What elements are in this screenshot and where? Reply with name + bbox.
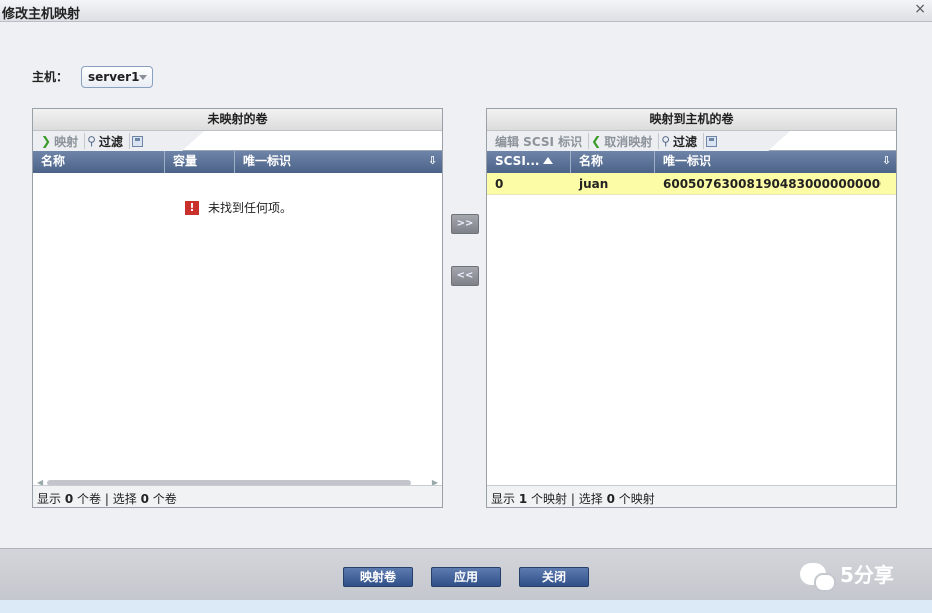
chevron-left-icon: ❮ (591, 134, 602, 148)
search-icon: ⚲ (661, 134, 671, 148)
error-icon: ! (185, 200, 199, 215)
chevron-down-icon (139, 75, 147, 80)
chevron-right-icon: ❯ (41, 134, 52, 148)
host-label: 主机： (32, 70, 69, 84)
empty-message-text: 未找到任何项。 (208, 201, 293, 215)
filter-button[interactable]: ⚲ 过滤 (85, 133, 130, 149)
bottom-strip (0, 600, 932, 613)
edit-scsi-id-button[interactable]: 编辑 SCSI 标识 (493, 133, 590, 149)
mapped-table-body: 0 juan 60050763008190483000000000000... (487, 173, 896, 483)
unmap-button-label: 取消映射 (604, 134, 653, 149)
map-button-label: 映射 (54, 134, 79, 149)
mapped-toolbar: 编辑 SCSI 标识 ❮ 取消映射 ⚲ 过滤 (487, 131, 896, 151)
map-button[interactable]: ❯ 映射 (39, 133, 86, 149)
watermark-text: 5分享 (840, 563, 894, 587)
column-header-uid[interactable]: 唯一标识 (655, 151, 855, 173)
filter-button-label: 过滤 (98, 134, 123, 149)
remove-mapping-button[interactable]: << (451, 266, 479, 286)
wechat-icon (800, 562, 836, 592)
save-icon (706, 135, 718, 147)
mapped-table-header: SCSI... 名称 唯一标识 ⇩ (487, 151, 896, 173)
column-header-uid[interactable]: 唯一标识 (235, 151, 415, 173)
row-scsi-id: 0 (495, 177, 504, 191)
mapped-status-bar: 显示 1 个映射 | 选择 0 个映射 (487, 485, 896, 507)
filter-button-label: 过滤 (673, 134, 698, 149)
export-button[interactable] (130, 133, 149, 149)
unmapped-table-body: ! 未找到任何项。 ◀ ▶ (33, 173, 442, 487)
column-menu-icon[interactable]: ⇩ (428, 154, 438, 168)
column-header-capacity[interactable]: 容量 (165, 151, 235, 173)
column-header-name[interactable]: 名称 (33, 151, 165, 173)
mapped-volumes-panel: 映射到主机的卷 编辑 SCSI 标识 ❮ 取消映射 ⚲ 过滤 SCSI... 名… (486, 108, 897, 508)
row-name: juan (579, 177, 609, 191)
save-icon (131, 135, 143, 147)
map-volumes-button[interactable]: 映射卷 (343, 567, 413, 587)
apply-button[interactable]: 应用 (431, 567, 501, 587)
unmapped-volumes-panel: 未映射的卷 ❯ 映射 ⚲ 过滤 名称 容量 唯一标识 ⇩ ! 未找到任何项。 ◀ (32, 108, 443, 508)
unmapped-panel-title: 未映射的卷 (33, 109, 442, 131)
column-header-scsi[interactable]: SCSI... (487, 151, 571, 173)
column-menu-icon[interactable]: ⇩ (882, 154, 892, 168)
filter-button[interactable]: ⚲ 过滤 (659, 133, 705, 149)
unmapped-toolbar-tab: ❯ 映射 ⚲ 过滤 (33, 131, 204, 151)
edit-scsi-label: 编辑 SCSI 标识 (495, 134, 583, 149)
host-select-value: server1 (88, 70, 140, 84)
watermark: 5分享 (800, 559, 894, 592)
mapped-panel-title: 映射到主机的卷 (487, 109, 896, 131)
unmap-button[interactable]: ❮ 取消映射 (589, 133, 660, 149)
dialog-footer: 映射卷 应用 关闭 5分享 (0, 548, 932, 600)
column-header-name[interactable]: 名称 (571, 151, 655, 173)
search-icon: ⚲ (87, 134, 96, 148)
mapped-toolbar-tab: 编辑 SCSI 标识 ❮ 取消映射 ⚲ 过滤 (487, 131, 790, 151)
close-icon[interactable]: × (914, 1, 926, 17)
host-select[interactable]: server1 (81, 66, 153, 88)
unmapped-status-bar: 显示 0 个卷 | 选择 0 个卷 (33, 485, 442, 507)
unmapped-table-header: 名称 容量 唯一标识 ⇩ (33, 151, 442, 173)
export-button[interactable] (704, 133, 723, 149)
add-mapping-button[interactable]: >> (451, 214, 479, 234)
table-row[interactable]: 0 juan 60050763008190483000000000000... (487, 173, 896, 195)
window-title: 修改主机映射 (2, 7, 81, 22)
unmapped-toolbar: ❯ 映射 ⚲ 过滤 (33, 131, 442, 151)
sort-ascending-icon (543, 157, 554, 164)
close-button[interactable]: 关闭 (519, 567, 589, 587)
empty-message: ! 未找到任何项。 (185, 199, 292, 216)
row-uid: 60050763008190483000000000000... (663, 177, 881, 191)
title-bar: 修改主机映射 × (0, 0, 932, 22)
